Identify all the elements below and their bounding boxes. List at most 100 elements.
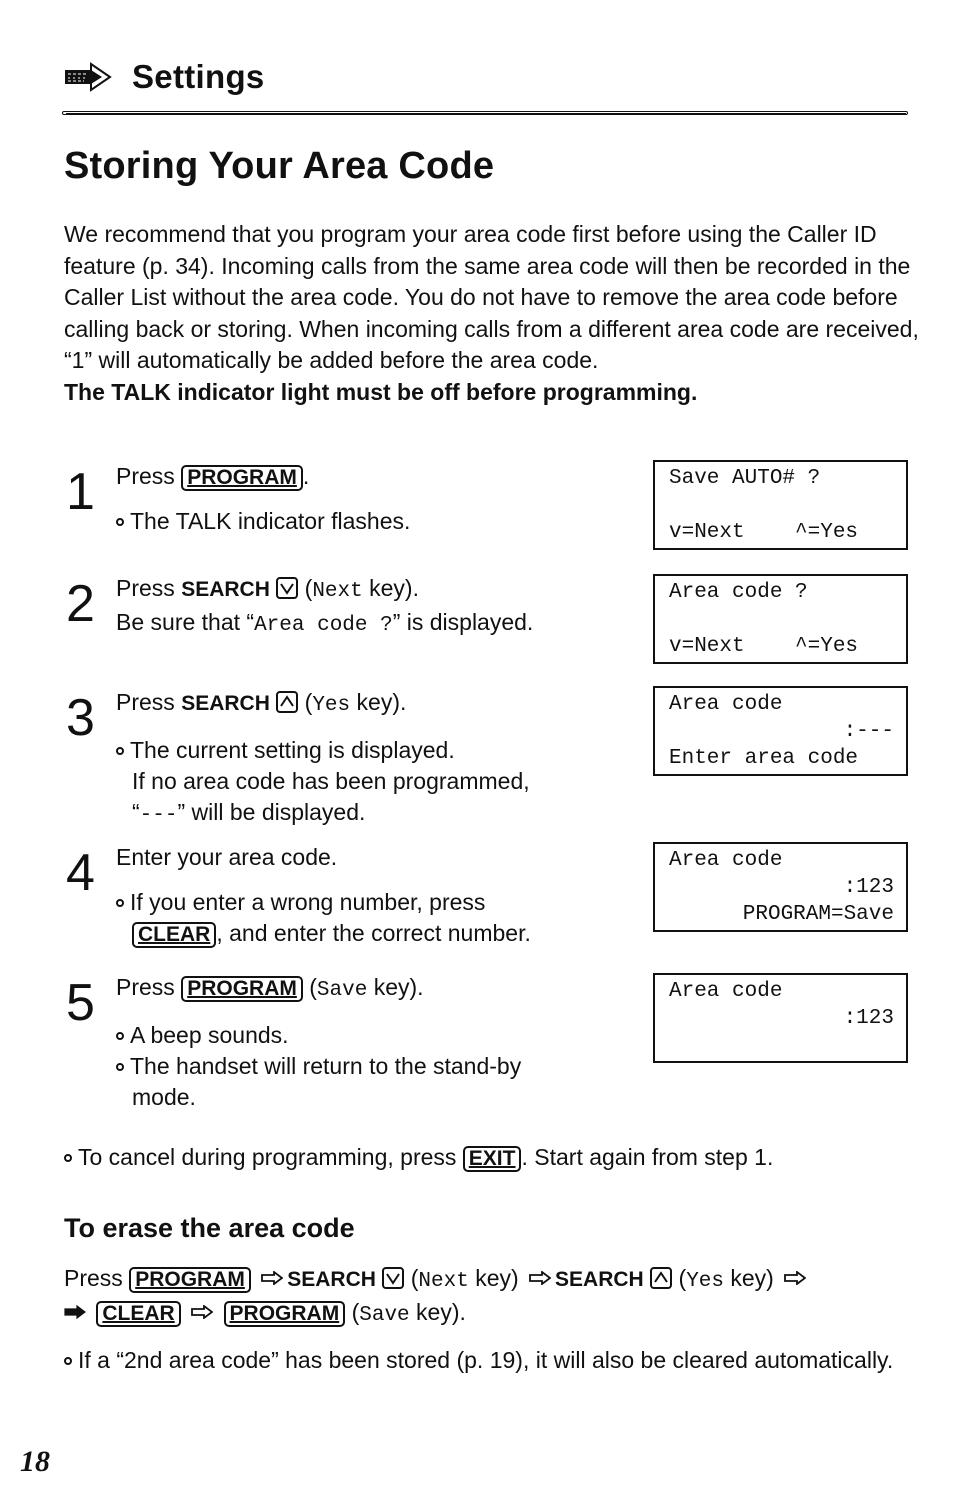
step-number-2: 2 [66,575,95,633]
program-key: PROGRAM [181,976,303,1002]
step-5-bullet: A beep sounds. [130,1022,289,1048]
step-1: Press PROGRAM. The TALK indicator flashe… [116,461,410,537]
paren: ( [309,974,317,1000]
program-key: PROGRAM [181,465,303,491]
exit-key: EXIT [462,1146,522,1172]
yes-key-label: Yes [686,1270,724,1293]
step-1-press: Press [116,463,175,489]
step-2-line2-post: ” is displayed. [392,609,534,635]
bullet-icon [116,518,124,526]
step-2-line2-mono: Area code ? [254,614,393,637]
next-key-label: Next [312,580,363,603]
chevron-up-icon [276,691,299,713]
program-key: PROGRAM [223,1301,346,1327]
key-suffix: key). [367,974,424,1000]
bullet-icon [64,1154,72,1162]
clear-key: CLEAR [96,1301,181,1327]
chevron-down-icon [382,1267,405,1289]
step-number-4: 4 [66,844,95,902]
lcd-line: :123 [843,876,894,899]
lcd-line: :123 [843,1007,894,1030]
intro: We recommend that you program your area … [64,219,924,408]
lcd-display-step-5: Area code :123 [653,973,908,1063]
arrow-right-icon [529,1271,552,1285]
step-3-bullet: The current setting is displayed. [130,737,455,763]
erase-instructions: Press PROGRAM SEARCH (Next key) SEARCH (… [64,1263,924,1376]
step-2: Press SEARCH (Next key). Be sure that “A… [116,573,533,641]
page-title: Storing Your Area Code [64,145,495,187]
arrow-right-icon [784,1271,807,1285]
yes-key-label: Yes [312,694,351,717]
lcd-display-step-1: Save AUTO# ? v=Next ^=Yes [653,460,908,550]
erase-heading: To erase the area code [64,1213,355,1243]
section-title: Settings [132,58,265,95]
step-5-bullet-cont: mode. [132,1084,196,1110]
step-3-extra-post: ” will be displayed. [177,799,366,825]
key-suffix: key). [350,689,407,715]
talk-warning: The TALK indicator light must be off bef… [64,378,698,405]
step-3-extra: If no area code has been programmed, [132,768,530,794]
bullet-icon [116,747,124,755]
arrow-right-icon [261,1271,284,1285]
lcd-line [669,1032,894,1059]
step-3-press: Press [116,689,175,715]
bullet-icon [116,1032,124,1040]
step-1-period: . [302,463,310,489]
step-4: Enter your area code. If you enter a wro… [116,842,531,949]
lcd-line: Enter area code [669,747,859,770]
dashes: --- [139,804,178,827]
lcd-line [669,606,894,633]
lcd-line: Save AUTO# ? [669,467,821,490]
step-2-press: Press [116,575,175,601]
erase-note: If a “2nd area code” has been stored (p.… [78,1347,894,1373]
step-5-press: Press [116,974,175,1000]
step-3: Press SEARCH (Yes key). The current sett… [116,687,530,831]
step-number-1: 1 [66,463,95,521]
header-divider-fill [66,113,906,115]
clear-key: CLEAR [132,922,217,948]
key-word: key) [724,1265,774,1291]
step-5: Press PROGRAM (Save key). A beep sounds.… [116,972,521,1113]
lcd-line: v=Next ^=Yes [669,635,859,658]
bullet-icon [64,1357,72,1365]
save-key-label: Save [359,1304,410,1327]
key-end: key). [409,1299,466,1325]
step-number-5: 5 [66,974,95,1032]
search-label: SEARCH [555,1268,644,1291]
erase-press: Press [64,1265,123,1291]
search-label: SEARCH [287,1268,376,1291]
step-2-line2-pre: Be sure that “ [116,609,255,635]
key-word: key) [468,1265,519,1291]
lcd-line: PROGRAM=Save [742,903,894,926]
lcd-line: Area code [669,849,783,872]
step-4-text: Enter your area code. [116,844,338,870]
cancel-note: To cancel during programming, press EXIT… [64,1142,773,1173]
bullet-icon [116,899,124,907]
lcd-line: v=Next ^=Yes [669,521,859,544]
page-number: 18 [20,1445,50,1478]
cancel-note-post: . Start again from step 1. [521,1144,774,1170]
step-4-bullet: If you enter a wrong number, press [130,889,486,915]
bullet-icon [116,1063,124,1071]
arrow-right-icon [191,1305,214,1319]
step-5-bullet: The handset will return to the stand-by [130,1053,522,1079]
intro-paragraph: We recommend that you program your area … [64,221,919,373]
lcd-line [669,492,894,519]
section-header: Settings [64,58,265,96]
step-number-3: 3 [66,689,95,747]
lcd-display-step-4: Area code :123 PROGRAM=Save [653,842,908,932]
step-1-bullet: The TALK indicator flashes. [130,508,411,534]
step-4-bullet-post: , and enter the correct number. [216,920,531,946]
lcd-display-step-2: Area code ? v=Next ^=Yes [653,574,908,664]
search-label: SEARCH [181,578,270,601]
arrow-right-icon [65,62,112,92]
key-suffix: key). [362,575,419,601]
lcd-line: :--- [843,720,894,743]
search-label: SEARCH [181,692,270,715]
cancel-note-pre: To cancel during programming, press [78,1144,457,1170]
save-key-label: Save [316,979,368,1002]
chevron-up-icon [650,1267,673,1289]
lcd-line: Area code ? [669,581,808,604]
next-key-label: Next [418,1270,469,1293]
quote-open: “ [132,799,140,825]
